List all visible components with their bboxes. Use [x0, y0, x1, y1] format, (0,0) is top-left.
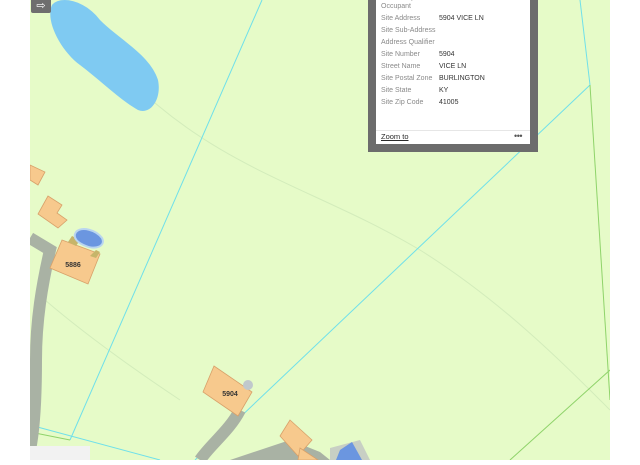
table-row: Site Sub-Address — [381, 27, 529, 39]
attribute-value — [439, 0, 529, 15]
attribute-key: Street Name — [381, 62, 421, 70]
building-label: 5904 — [222, 391, 238, 398]
more-options-icon[interactable]: ••• — [514, 131, 522, 141]
attribute-value: VICE LN — [439, 62, 467, 70]
pool — [243, 380, 253, 390]
table-row: Secondary Occupant — [381, 0, 529, 15]
attribute-key: Site Postal Zone — [381, 74, 433, 82]
table-row: Site Address 5904 VICE LN — [381, 15, 529, 27]
left-margin — [0, 0, 30, 460]
attribute-key: Secondary Occupant — [381, 0, 414, 10]
zoom-to-link[interactable]: Zoom to — [381, 132, 409, 141]
attribute-key: Site State — [381, 86, 412, 94]
attribute-key: Site Address — [381, 14, 421, 22]
attribute-key: Site Zip Code — [381, 98, 424, 106]
attribute-key: Site Number — [381, 50, 420, 58]
attribute-value — [439, 39, 529, 51]
road — [30, 446, 90, 460]
map-canvas[interactable]: 5886 5904 — [0, 0, 640, 464]
right-margin — [610, 0, 640, 460]
table-row: Site Number 5904 — [381, 51, 529, 63]
attribute-value: 41005 — [439, 98, 459, 106]
popup-content[interactable]: Secondary Occupant Site Address 5904 VIC… — [376, 0, 530, 144]
table-row: Site Zip Code 41005 — [381, 99, 529, 111]
table-row: Street Name VICE LN — [381, 63, 529, 75]
table-row: Site State KY — [381, 87, 529, 99]
attribute-value: KY — [439, 86, 449, 94]
table-row: Site Postal Zone BURLINGTON — [381, 75, 529, 87]
attribute-table: Secondary Occupant Site Address 5904 VIC… — [381, 0, 529, 111]
expand-button[interactable]: ⇨ — [31, 0, 51, 13]
map-svg[interactable]: 5886 5904 — [0, 0, 640, 464]
attribute-key: Address Qualifier — [381, 38, 435, 46]
arrow-right-icon: ⇨ — [36, 0, 46, 12]
popup-footer: Zoom to ••• — [376, 130, 530, 144]
attribute-value: BURLINGTON — [439, 74, 485, 82]
attribute-value — [439, 27, 529, 39]
info-popup[interactable]: Secondary Occupant Site Address 5904 VIC… — [368, 0, 538, 152]
building-label: 5886 — [65, 262, 81, 269]
attribute-value: 5904 — [439, 50, 455, 58]
attribute-key: Site Sub-Address — [381, 26, 436, 34]
attribute-value: 5904 VICE LN — [439, 14, 484, 22]
table-row: Address Qualifier — [381, 39, 529, 51]
